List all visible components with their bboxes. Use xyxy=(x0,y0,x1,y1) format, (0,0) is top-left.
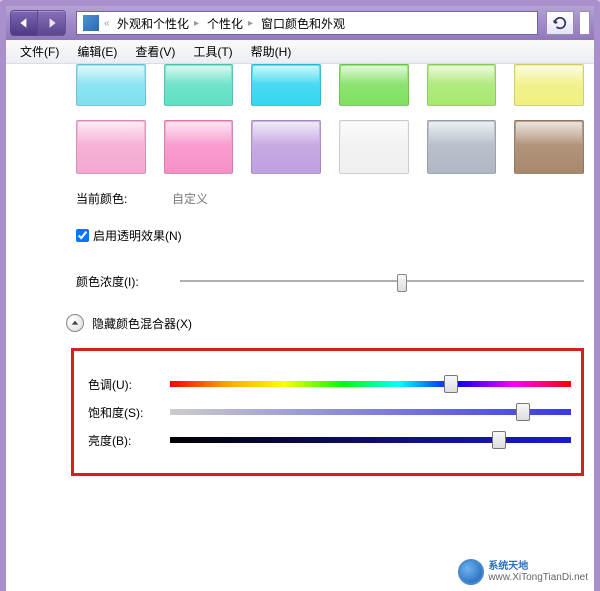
menu-view[interactable]: 查看(V) xyxy=(127,40,183,63)
watermark-url: www.XiTongTianDi.net xyxy=(488,572,588,583)
intensity-slider[interactable] xyxy=(180,272,584,290)
mixer-toggle-label: 隐藏颜色混合器(X) xyxy=(92,315,192,332)
saturation-slider[interactable] xyxy=(170,403,571,421)
menu-help[interactable]: 帮助(H) xyxy=(243,40,300,63)
search-input[interactable] xyxy=(580,11,590,35)
nav-forward-button[interactable] xyxy=(38,10,66,36)
current-color-label: 当前颜色: xyxy=(76,190,172,207)
hue-slider[interactable] xyxy=(170,375,571,393)
breadcrumb-item[interactable]: 外观和个性化 xyxy=(113,13,193,34)
current-color-value: 自定义 xyxy=(172,190,208,207)
brightness-label: 亮度(B): xyxy=(88,432,158,449)
control-panel-icon xyxy=(83,15,99,31)
color-swatch[interactable] xyxy=(76,120,146,174)
breadcrumb-item[interactable]: 个性化 xyxy=(203,13,247,34)
arrow-left-icon xyxy=(18,17,30,29)
transparency-label: 启用透明效果(N) xyxy=(93,227,182,244)
titlebar: « 外观和个性化 ▸ 个性化 ▸ 窗口颜色和外观 xyxy=(6,6,594,40)
watermark: 系统天地 www.XiTongTianDi.net xyxy=(458,559,588,585)
color-swatch[interactable] xyxy=(339,64,409,106)
breadcrumb[interactable]: « 外观和个性化 ▸ 个性化 ▸ 窗口颜色和外观 xyxy=(76,11,538,35)
slider-track xyxy=(170,437,571,443)
color-swatch[interactable] xyxy=(164,120,234,174)
color-swatch[interactable] xyxy=(251,64,321,106)
breadcrumb-item[interactable]: 窗口颜色和外观 xyxy=(257,13,349,34)
menu-tools[interactable]: 工具(T) xyxy=(185,40,240,63)
hue-label: 色调(U): xyxy=(88,376,158,393)
color-swatch-row xyxy=(76,64,584,106)
slider-track xyxy=(170,381,571,387)
mixer-toggle-button[interactable] xyxy=(66,314,84,332)
bc-sep-icon: « xyxy=(104,18,112,29)
saturation-label: 饱和度(S): xyxy=(88,404,158,421)
color-swatch[interactable] xyxy=(514,120,584,174)
color-swatch[interactable] xyxy=(339,120,409,174)
slider-track xyxy=(170,409,571,415)
menubar: 文件(F) 编辑(E) 查看(V) 工具(T) 帮助(H) xyxy=(6,40,594,64)
intensity-label: 颜色浓度(I): xyxy=(76,273,172,290)
color-swatch[interactable] xyxy=(76,64,146,106)
arrow-right-icon xyxy=(46,17,58,29)
slider-thumb[interactable] xyxy=(492,431,506,449)
transparency-checkbox[interactable] xyxy=(76,229,89,242)
color-swatch[interactable] xyxy=(164,64,234,106)
menu-edit[interactable]: 编辑(E) xyxy=(69,40,125,63)
color-swatch[interactable] xyxy=(427,64,497,106)
nav-back-button[interactable] xyxy=(10,10,38,36)
slider-track xyxy=(180,280,584,282)
watermark-icon xyxy=(458,559,484,585)
menu-file[interactable]: 文件(F) xyxy=(12,40,67,63)
color-mixer-panel: 色调(U): 饱和度(S): 亮度(B): xyxy=(71,348,584,476)
refresh-button[interactable] xyxy=(546,11,574,35)
slider-thumb[interactable] xyxy=(397,274,407,292)
color-swatch[interactable] xyxy=(514,64,584,106)
chevron-up-icon xyxy=(71,319,79,327)
color-swatch[interactable] xyxy=(427,120,497,174)
brightness-slider[interactable] xyxy=(170,431,571,449)
watermark-title: 系统天地 xyxy=(488,561,588,572)
content-area: 当前颜色: 自定义 启用透明效果(N) 颜色浓度(I): 隐藏颜色混合器(X) … xyxy=(6,64,594,591)
slider-thumb[interactable] xyxy=(444,375,458,393)
color-swatch[interactable] xyxy=(251,120,321,174)
refresh-icon xyxy=(553,16,567,30)
color-swatch-row xyxy=(76,120,584,174)
current-color-row: 当前颜色: 自定义 xyxy=(76,190,584,207)
bc-sep-icon: ▸ xyxy=(248,18,256,29)
slider-thumb[interactable] xyxy=(516,403,530,421)
bc-sep-icon: ▸ xyxy=(194,18,202,29)
